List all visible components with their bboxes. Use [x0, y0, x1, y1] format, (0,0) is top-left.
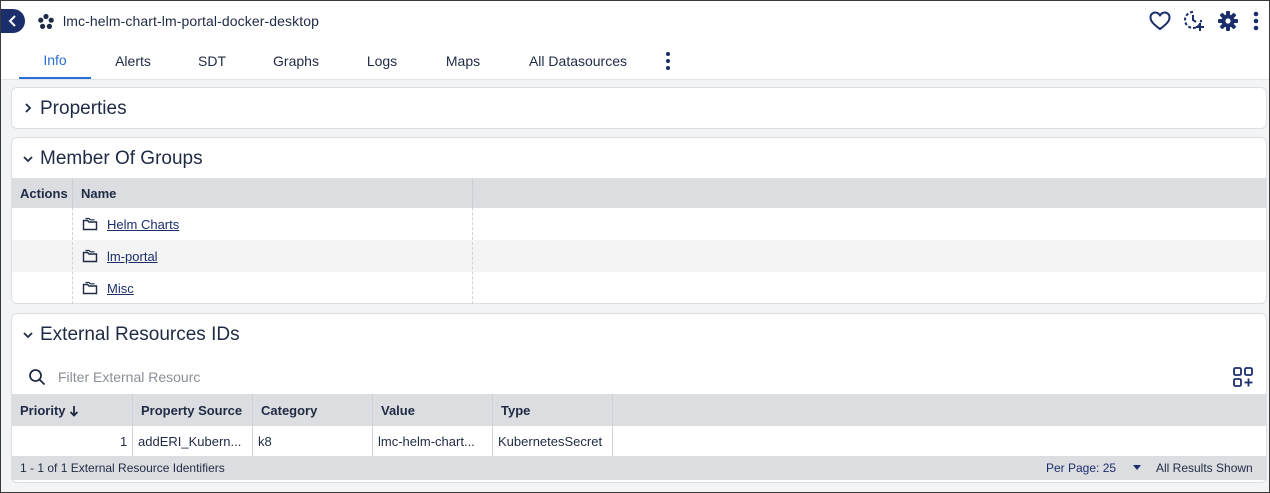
external-resources-panel: External Resources IDs Priority Property… [11, 313, 1267, 483]
tab-sdt[interactable]: SDT [187, 43, 237, 79]
more-dot-icon [666, 52, 670, 56]
folder-icon [82, 281, 98, 295]
settings-button[interactable] [1217, 10, 1239, 32]
tab-graphs[interactable]: Graphs [263, 43, 329, 79]
properties-title[interactable]: Properties [40, 98, 127, 120]
tab-bar: Info Alerts SDT Graphs Logs Maps All Dat… [1, 43, 1269, 80]
page-title: lmc-helm-chart-lm-portal-docker-desktop [63, 13, 319, 29]
member-of-groups-panel: Member Of Groups Actions Name Helm Chart… [11, 137, 1267, 304]
cell-category: k8 [258, 434, 272, 449]
group-link[interactable]: Misc [107, 281, 134, 296]
column-divider [72, 178, 73, 304]
per-page-select[interactable]: Per Page: 25 [1046, 461, 1116, 475]
caret-down-icon[interactable] [1133, 465, 1141, 470]
table-row[interactable]: 1 addERI_Kubern... k8 lmc-helm-chart... … [12, 426, 1266, 456]
back-arrow-icon [8, 15, 16, 27]
tab-maps[interactable]: Maps [435, 43, 491, 79]
group-link[interactable]: Helm Charts [107, 217, 179, 232]
table-footer: 1 - 1 of 1 External Resource Identifiers… [12, 456, 1266, 480]
tab-alerts[interactable]: Alerts [105, 43, 161, 79]
search-icon [29, 369, 46, 386]
table-row[interactable]: Misc [12, 272, 1266, 304]
app-window: lmc-helm-chart-lm-portal-docker-desktop [0, 0, 1270, 493]
arrow-down-icon [70, 406, 79, 417]
column-divider [472, 178, 473, 304]
column-property-source[interactable]: Property Source [141, 403, 242, 418]
sdt-clock-icon [1184, 11, 1204, 31]
external-title[interactable]: External Resources IDs [40, 324, 240, 346]
back-button[interactable] [1, 9, 25, 33]
more-vertical-icon [1253, 11, 1259, 31]
heart-icon [1149, 11, 1171, 31]
folder-icon [82, 249, 98, 263]
schedule-sdt-button[interactable] [1183, 10, 1205, 32]
table-row[interactable]: Helm Charts [12, 208, 1266, 240]
tab-all-datasources[interactable]: All Datasources [519, 43, 637, 79]
groups-title[interactable]: Member Of Groups [40, 148, 203, 170]
cell-value: lmc-helm-chart... [378, 434, 475, 449]
column-type[interactable]: Type [501, 403, 530, 418]
chevron-down-icon[interactable] [22, 153, 34, 165]
more-options-button[interactable] [1251, 10, 1261, 32]
column-actions[interactable]: Actions [20, 186, 68, 201]
more-dot-icon [666, 66, 670, 70]
resource-header: lmc-helm-chart-lm-portal-docker-desktop [1, 1, 1269, 43]
groups-table-header: Actions Name [12, 178, 1266, 208]
more-dot-icon [666, 59, 670, 63]
chevron-right-icon[interactable] [22, 102, 34, 114]
favorite-button[interactable] [1149, 10, 1171, 32]
gear-icon [1218, 11, 1238, 31]
column-value[interactable]: Value [381, 403, 415, 418]
cell-property-source: addERI_Kubern... [138, 434, 242, 449]
cluster-icon [38, 13, 54, 29]
cell-type: KubernetesSecret [498, 434, 603, 449]
table-row[interactable]: lm-portal [12, 240, 1266, 272]
cell-priority: 1 [120, 434, 128, 449]
chevron-down-icon[interactable] [22, 329, 34, 341]
column-priority-label: Priority [20, 403, 66, 418]
column-category[interactable]: Category [261, 403, 317, 418]
result-count: 1 - 1 of 1 External Resource Identifiers [20, 461, 225, 475]
properties-panel: Properties [11, 87, 1267, 129]
column-settings-icon[interactable] [1232, 366, 1254, 388]
group-link[interactable]: lm-portal [107, 249, 158, 264]
tab-logs[interactable]: Logs [357, 43, 407, 79]
tabs-more-button[interactable] [661, 49, 675, 73]
tab-info[interactable]: Info [19, 43, 91, 79]
folder-icon [82, 217, 98, 231]
all-results-label: All Results Shown [1156, 461, 1253, 475]
filter-bar [12, 360, 1266, 394]
column-priority[interactable]: Priority [20, 403, 79, 418]
column-name[interactable]: Name [81, 186, 116, 201]
external-table-header: Priority Property Source Category Value … [12, 394, 1266, 426]
filter-input[interactable] [58, 365, 258, 389]
